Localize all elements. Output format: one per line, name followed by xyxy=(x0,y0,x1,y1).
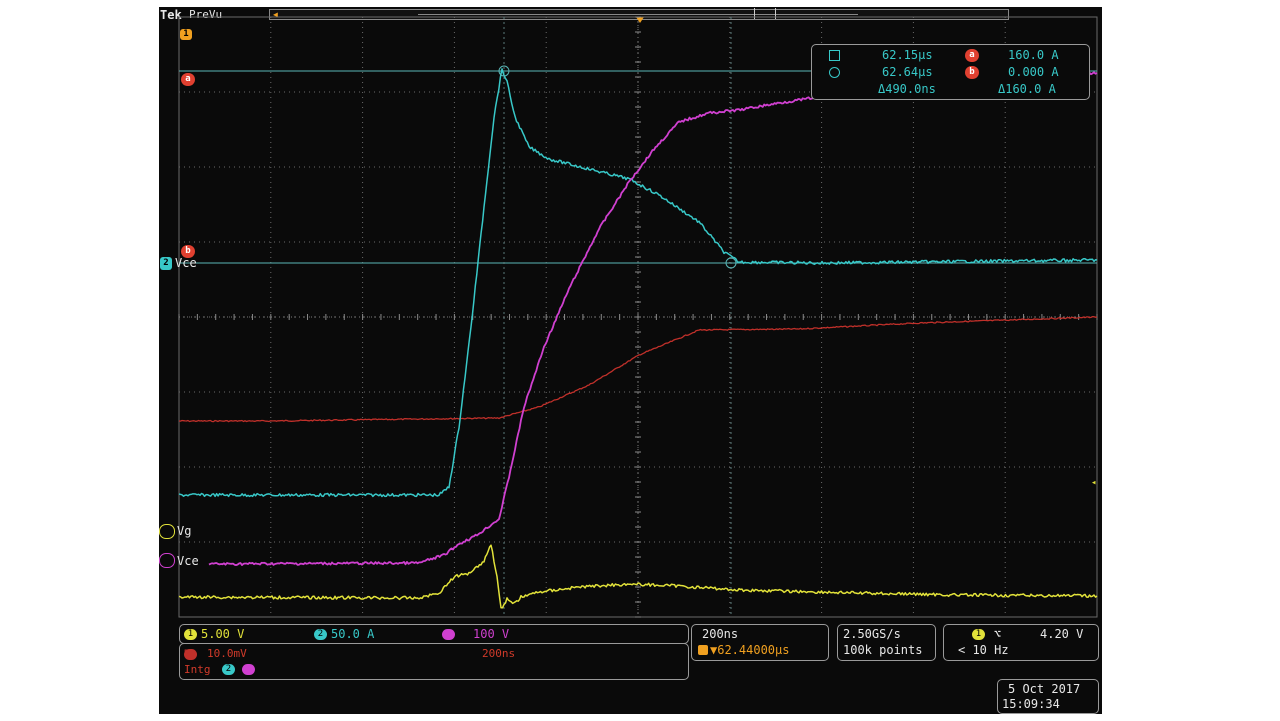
ch2-icon: 2 xyxy=(314,629,327,640)
trigger-frequency: < 10 Hz xyxy=(958,643,1009,657)
ch2-ground-marker[interactable]: 2 xyxy=(160,257,172,270)
vg-label: Vg xyxy=(177,524,192,538)
ch1-top-marker[interactable]: 1 xyxy=(180,29,192,40)
timebase-box[interactable]: 200ns ▼62.44000µs xyxy=(691,624,829,661)
time: 15:09:34 xyxy=(1002,697,1060,711)
ch2-setting[interactable]: 2 50.0 A xyxy=(314,627,374,641)
date: 5 Oct 2017 xyxy=(1008,682,1081,696)
ch1-setting[interactable]: 1 5.00 V xyxy=(184,627,244,641)
record-length: 100k points xyxy=(843,643,923,657)
cursor-a-value-marker: a xyxy=(965,49,979,62)
intg-ch2-icon: 2 xyxy=(222,664,235,675)
oscilloscope-screen: Tek PreVu ◀ 1 a b 2 Vce Vg Vce ◂ 62.15µs… xyxy=(159,7,1102,714)
cursor-a-value: 160.0 A xyxy=(1008,48,1059,62)
acquisition-box[interactable]: 2.50GS/s 100k points xyxy=(837,624,936,661)
horizontal-position-icon xyxy=(698,645,708,655)
timebase-scale: 200ns xyxy=(702,627,739,641)
ref-time: 200ns xyxy=(482,647,516,660)
ch1-scale: 5.00 V xyxy=(201,627,245,641)
cursor-a-square-icon xyxy=(829,50,840,61)
ch3-setting[interactable]: 3 100 V xyxy=(442,627,509,641)
ch3-ground-marker[interactable] xyxy=(159,553,175,568)
ch3-icon: 3 xyxy=(442,629,455,640)
cursor-b-time: 62.64µs xyxy=(882,65,933,79)
channel-settings-row1[interactable]: 1 5.00 V 2 50.0 A 3 100 V xyxy=(179,624,689,644)
trigger-level-icon: ◂ xyxy=(1091,478,1097,488)
ref-icon: R xyxy=(184,648,197,660)
trigger-source-icon: 1 xyxy=(972,629,985,640)
ch2-scale: 50.0 A xyxy=(331,627,375,641)
datetime-box: 5 Oct 2017 15:09:34 xyxy=(997,679,1099,714)
ch1-ground-marker[interactable] xyxy=(159,524,175,539)
cursor-a-marker[interactable]: a xyxy=(181,73,195,86)
channel-settings-row2[interactable]: R 10.0mV 200ns Intg 2 3 xyxy=(179,643,689,680)
cursor-delta-time: Δ490.0ns xyxy=(878,82,936,96)
ch3-trace xyxy=(208,71,1098,566)
trigger-box[interactable]: 1 ⌥ 4.20 V < 10 Hz xyxy=(943,624,1099,661)
cursor-b-value-marker: b xyxy=(965,66,979,79)
trigger-slope-icon: ⌥ xyxy=(994,627,1002,641)
sample-rate: 2.50GS/s xyxy=(843,627,901,641)
waveform-plot xyxy=(178,16,1098,618)
cursor-b-value: 0.000 A xyxy=(1008,65,1059,79)
cursor-delta-value: Δ160.0 A xyxy=(998,82,1056,96)
ref-scale: 10.0mV xyxy=(207,647,247,660)
vce-math-label: Vce xyxy=(177,554,199,568)
graticule-grid xyxy=(178,16,1098,618)
intg-ch3-icon: 3 xyxy=(242,664,255,675)
intg-label: Intg xyxy=(184,663,211,676)
vce-ch2-label: Vce xyxy=(175,256,197,270)
cursor-b-circle-icon xyxy=(829,67,840,78)
cursor-a-time: 62.15µs xyxy=(882,48,933,62)
ch1-icon: 1 xyxy=(184,629,197,640)
cursor-readout[interactable]: 62.15µs 62.64µs Δ490.0ns a b 160.0 A 0.0… xyxy=(811,44,1090,100)
ch3-scale: 100 V xyxy=(473,627,510,641)
horizontal-position: ▼62.44000µs xyxy=(710,643,790,657)
ch1-trace xyxy=(178,544,1098,609)
trigger-level: 4.20 V xyxy=(1040,627,1084,641)
ref-setting[interactable]: R 10.0mV xyxy=(184,647,247,661)
